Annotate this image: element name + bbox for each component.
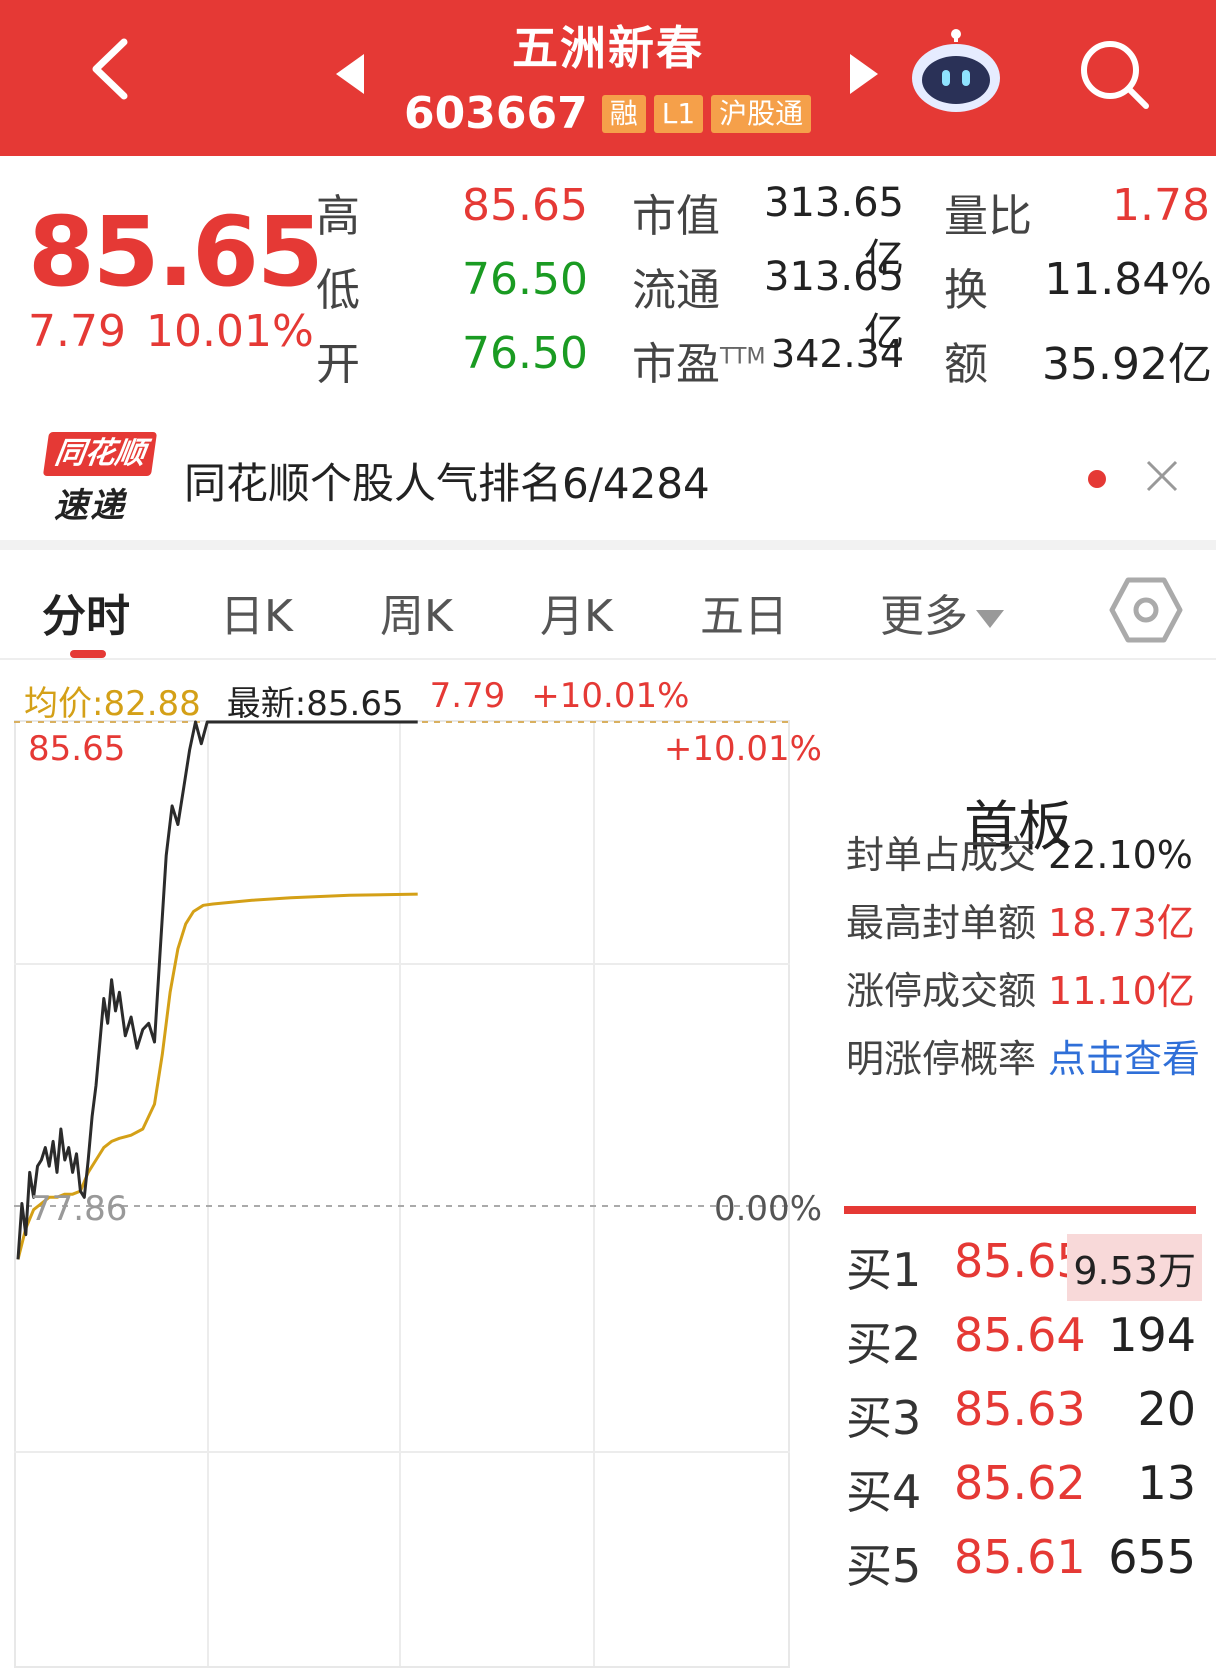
next-stock-icon[interactable] (850, 54, 878, 94)
bid-label: 买1 (846, 1243, 922, 1297)
robot-assistant-icon[interactable] (906, 28, 1006, 118)
tab-monthly-k[interactable]: 月K (540, 580, 613, 644)
active-tab-indicator (70, 650, 106, 658)
float-label: 流通 (632, 265, 720, 316)
avg-price-legend: 均价:82.88 (24, 684, 201, 724)
bid-price: 85.64 (954, 1308, 1086, 1362)
base-pct-label: 0.00% (714, 1189, 822, 1229)
stat-value: 11.10亿 (1048, 969, 1195, 1013)
orderbook-row[interactable]: 买1 85.65 9.53万 (846, 1234, 1202, 1301)
bid-label: 买4 (846, 1465, 922, 1519)
orderbook-row[interactable]: 买2 85.64 194 (846, 1308, 1202, 1371)
chevron-down-icon (976, 610, 1004, 628)
stock-code-row: 603667 融 L1 沪股通 (404, 88, 812, 139)
bid-volume: 13 (1137, 1456, 1196, 1510)
stat-label: 封单占成交 (846, 833, 1037, 877)
unread-dot-icon (1088, 470, 1106, 488)
bid-price: 85.61 (954, 1530, 1086, 1584)
amount-value: 35.92亿 (1042, 339, 1212, 390)
quote-summary: 85.65 7.79 10.01% 高 85.65 低 76.50 开 76.5… (0, 156, 1216, 396)
tab-weekly-k[interactable]: 周K (380, 580, 453, 644)
view-probability-link[interactable]: 点击查看 (1048, 1037, 1200, 1081)
intraday-chart[interactable]: 85.65 +10.01% 77.86 0.00% (14, 720, 838, 1668)
high-label: 高 (316, 191, 360, 242)
mktcap-label: 市值 (632, 191, 720, 242)
close-icon[interactable] (1142, 456, 1182, 496)
max-seal-stat: 最高封单额 18.73亿 (846, 892, 1195, 947)
orderbook-divider (844, 1206, 1196, 1214)
open-value: 76.50 (462, 328, 588, 379)
chart-tabs: 分时 日K 周K 月K 五日 更多 (0, 560, 1216, 660)
legend-change-pct: +10.01% (531, 676, 690, 716)
legend-change: 7.79 (429, 676, 506, 716)
open-label: 开 (316, 339, 360, 390)
level1-tag[interactable]: L1 (653, 94, 704, 133)
tab-more[interactable]: 更多 (880, 580, 1004, 644)
stat-value: 22.10% (1048, 833, 1193, 877)
amount-label: 额 (944, 339, 988, 390)
bid-volume: 9.53万 (1067, 1234, 1202, 1301)
chart-grid (14, 720, 790, 1668)
stock-header: 五洲新春 603667 融 L1 沪股通 (0, 0, 1216, 156)
latest-price-legend: 最新:85.65 (226, 684, 404, 724)
settings-icon[interactable] (1108, 576, 1184, 644)
stat-value: 18.73亿 (1048, 901, 1195, 945)
bid-price: 85.63 (954, 1382, 1086, 1436)
volratio-label: 量比 (944, 191, 1032, 242)
logo-bottom-text: 速递 (54, 486, 126, 526)
popularity-banner[interactable]: 同花顺 速递 同花顺个股人气排名6/4284 (0, 404, 1216, 534)
pe-label: 市盈TTM (632, 339, 766, 390)
bid-label: 买5 (846, 1539, 922, 1593)
stock-name: 五洲新春 (512, 21, 704, 75)
low-value: 76.50 (462, 254, 588, 305)
bid-volume: 20 (1137, 1382, 1196, 1436)
low-label: 低 (316, 265, 360, 316)
ths-logo: 同花顺 速递 (40, 430, 158, 526)
price-change-pct: 10.01% (146, 306, 314, 357)
bid-volume: 655 (1108, 1530, 1196, 1584)
turnover-value: 11.84% (1044, 254, 1212, 305)
next-limitup-prob-stat: 明涨停概率 点击查看 (846, 1028, 1200, 1083)
latest-price-line (16, 720, 418, 1260)
stat-label: 涨停成交额 (846, 969, 1037, 1013)
seal-ratio-stat: 封单占成交 22.10% (846, 824, 1193, 879)
bid-volume: 194 (1108, 1308, 1196, 1362)
stock-code: 603667 (404, 88, 588, 139)
orderbook-row[interactable]: 买5 85.61 655 (846, 1530, 1202, 1593)
high-value: 85.65 (462, 180, 588, 231)
pe-value: 342.34 (771, 332, 904, 376)
stat-label: 最高封单额 (846, 901, 1037, 945)
bid-price: 85.62 (954, 1456, 1086, 1510)
chart-border (14, 720, 790, 1668)
limitup-amount-stat: 涨停成交额 11.10亿 (846, 960, 1195, 1015)
orderbook-row[interactable]: 买4 85.62 13 (846, 1456, 1202, 1519)
limit-up-panel: 首板 封单占成交 22.10% 最高封单额 18.73亿 涨停成交额 11.10亿 明… (840, 720, 1216, 1668)
search-icon[interactable] (1074, 34, 1154, 114)
tab-five-day[interactable]: 五日 (700, 580, 788, 644)
logo-top-text: 同花顺 (42, 432, 158, 476)
margin-tag[interactable]: 融 (601, 94, 646, 133)
tab-intraday[interactable]: 分时 (42, 580, 130, 644)
hk-connect-tag[interactable]: 沪股通 (711, 94, 812, 133)
volratio-value: 1.78 (1112, 180, 1210, 231)
price-change: 7.79 (28, 306, 126, 357)
turnover-label: 换 (944, 265, 988, 316)
top-pct-label: +10.01% (664, 729, 822, 769)
bid-price: 85.65 (954, 1234, 1086, 1288)
orderbook-row[interactable]: 买3 85.63 20 (846, 1382, 1202, 1445)
tab-daily-k[interactable]: 日K (220, 580, 293, 644)
top-price-label: 85.65 (28, 729, 125, 769)
stat-label: 明涨停概率 (846, 1037, 1037, 1081)
banner-text[interactable]: 同花顺个股人气排名6/4284 (184, 450, 710, 511)
base-price-label: 77.86 (30, 1189, 127, 1229)
current-price: 85.65 (28, 196, 324, 308)
bid-label: 买2 (846, 1317, 922, 1371)
chart-lines (16, 720, 418, 1260)
chart-legend: 均价:82.88 最新:85.65 7.79 +10.01% (24, 676, 689, 725)
section-divider (0, 540, 1216, 550)
tab-more-label: 更多 (880, 591, 968, 642)
bid-label: 买3 (846, 1391, 922, 1445)
